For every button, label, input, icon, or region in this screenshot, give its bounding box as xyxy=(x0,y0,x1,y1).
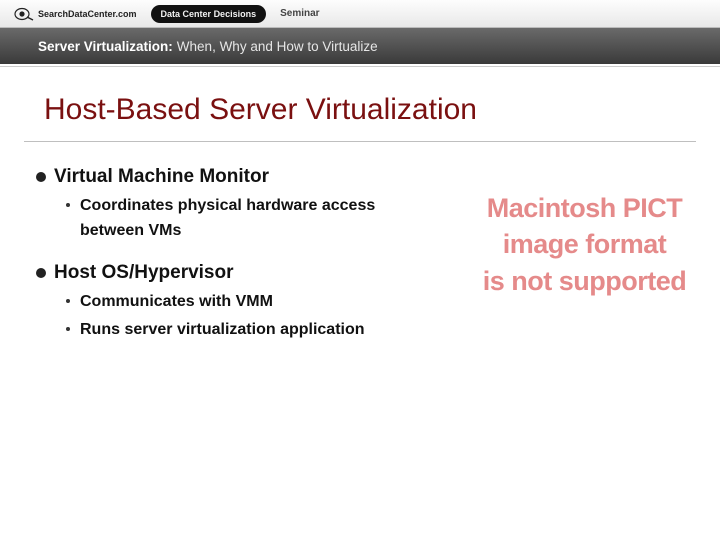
sub-bullet: Runs server virtualization application xyxy=(66,318,386,343)
bullet-heading: Virtual Machine Monitor xyxy=(36,166,720,188)
seminar-label: Seminar xyxy=(280,8,319,19)
pict-error-line: Macintosh PICT xyxy=(477,190,692,226)
sub-bullet: Communicates with VMM xyxy=(66,290,386,315)
sub-bullet-list: Coordinates physical hardware access bet… xyxy=(66,194,386,244)
slide-title: Host-Based Server Virtualization xyxy=(0,67,720,137)
site-logo: SearchDataCenter.com xyxy=(14,7,137,21)
subtitle-bar: Server Virtualization: When, Why and How… xyxy=(0,28,720,64)
bullet-disc-icon xyxy=(36,172,46,182)
sub-bullet: Coordinates physical hardware access bet… xyxy=(66,194,386,244)
bullet-title: Host OS/Hypervisor xyxy=(54,262,234,284)
pict-error-placeholder: Macintosh PICT image format is not suppo… xyxy=(477,190,692,299)
pict-error-line: is not supported xyxy=(477,263,692,299)
bullet-disc-icon xyxy=(36,268,46,278)
sub-bullet-text: Runs server virtualization application xyxy=(80,318,365,343)
sub-bullet-list: Communicates with VMM Runs server virtua… xyxy=(66,290,386,344)
bullet-title: Virtual Machine Monitor xyxy=(54,166,269,188)
subtitle-rest: When, Why and How to Virtualize xyxy=(177,39,378,54)
subtitle-strong: Server Virtualization: xyxy=(38,39,173,54)
brand-pill: Data Center Decisions xyxy=(151,5,267,23)
magnifier-eye-icon xyxy=(14,7,34,21)
sub-bullet-text: Coordinates physical hardware access bet… xyxy=(80,194,386,244)
sub-bullet-dot-icon xyxy=(66,327,70,331)
logo-text: SearchDataCenter.com xyxy=(38,9,137,19)
pict-error-line: image format xyxy=(477,226,692,262)
sub-bullet-dot-icon xyxy=(66,203,70,207)
header-bar: SearchDataCenter.com Data Center Decisio… xyxy=(0,0,720,28)
sub-bullet-dot-icon xyxy=(66,299,70,303)
sub-bullet-text: Communicates with VMM xyxy=(80,290,273,315)
